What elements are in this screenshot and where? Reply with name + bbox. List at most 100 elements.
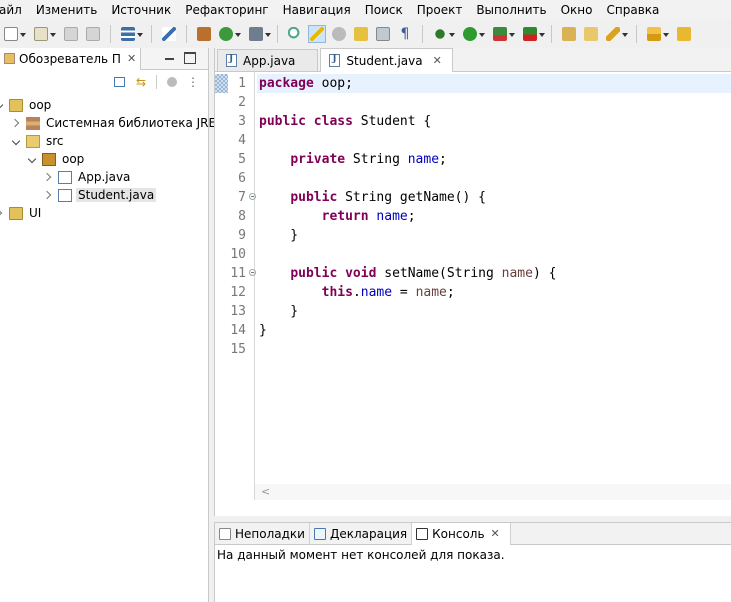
open-folder-icon[interactable] <box>582 25 600 43</box>
code-line[interactable]: } <box>259 226 298 245</box>
external-tools-icon[interactable] <box>521 25 545 43</box>
new-icon[interactable] <box>2 25 26 43</box>
link-with-editor-icon[interactable]: ⇆ <box>134 75 148 89</box>
menu-item[interactable]: Выполнить <box>469 0 553 20</box>
editor-tab[interactable]: Student.java ✕ <box>320 48 453 72</box>
collapsed-chevron-icon[interactable] <box>12 118 22 128</box>
code-line[interactable]: package oop; <box>259 74 353 93</box>
next-edit-icon[interactable] <box>645 25 669 43</box>
explorer-tab[interactable]: Обозреватель П ✕ <box>0 47 142 70</box>
new-project-icon[interactable] <box>32 25 56 43</box>
menu-item[interactable]: Справка <box>600 0 667 20</box>
java-file-icon <box>329 54 341 67</box>
view-menu-icon[interactable]: ⋮ <box>186 75 200 89</box>
menu-item[interactable]: Поиск <box>358 0 410 20</box>
horizontal-scrollbar[interactable]: < <box>255 484 731 500</box>
collapsed-chevron-icon[interactable] <box>44 172 54 182</box>
line-number: 7 <box>238 190 246 205</box>
next-annotation-icon[interactable] <box>330 25 348 43</box>
code-token: oop; <box>313 76 353 91</box>
code-line[interactable]: } <box>259 302 298 321</box>
package-icon[interactable] <box>195 25 213 43</box>
toolbar-separator <box>110 25 111 43</box>
skip-breakpoints-icon[interactable] <box>160 25 178 43</box>
editor-tab[interactable]: App.java <box>217 49 319 71</box>
annotation-icon[interactable] <box>352 25 370 43</box>
editor-tab-label: Student.java <box>346 53 423 68</box>
open-project-icon[interactable] <box>560 25 578 43</box>
block-selection-icon[interactable] <box>374 25 392 43</box>
line-number: 6 <box>238 171 246 186</box>
search-icon[interactable] <box>286 25 304 43</box>
focus-icon[interactable] <box>156 75 178 89</box>
open-type-icon[interactable] <box>247 25 271 43</box>
line-number: 9 <box>238 228 246 243</box>
expanded-chevron-icon[interactable] <box>12 136 22 146</box>
collapsed-chevron-icon[interactable] <box>44 190 54 200</box>
code-line[interactable]: this.name = name; <box>259 283 455 302</box>
tree-project-ui[interactable]: UI <box>0 204 43 222</box>
save-all-icon[interactable] <box>84 25 102 43</box>
collapse-all-icon[interactable] <box>112 75 126 89</box>
code-token: name <box>360 285 393 300</box>
pencil-icon[interactable] <box>604 25 628 43</box>
task-list-icon[interactable] <box>119 25 143 43</box>
back-icon[interactable] <box>675 25 693 43</box>
code-token: ; <box>439 152 447 167</box>
fold-toggle-icon[interactable] <box>249 193 256 200</box>
mark-occurrences-icon[interactable] <box>308 25 326 43</box>
code-line[interactable]: } <box>259 321 267 340</box>
tab-declaration[interactable]: Декларация <box>310 522 413 545</box>
maximize-icon[interactable] <box>184 52 196 64</box>
code-token: ) { <box>532 266 557 281</box>
fold-toggle-icon[interactable] <box>249 269 256 276</box>
tree-item-label: oop <box>29 98 52 112</box>
expanded-chevron-icon[interactable] <box>28 154 38 164</box>
line-number: 15 <box>230 342 246 357</box>
scroll-left-arrow[interactable]: < <box>261 485 270 498</box>
minimize-icon[interactable] <box>164 52 176 64</box>
line-number: 4 <box>238 133 246 148</box>
code-line[interactable]: public class Student { <box>259 112 431 131</box>
expanded-chevron-icon[interactable] <box>0 100 5 110</box>
show-whitespace-icon[interactable]: ¶ <box>396 25 414 43</box>
collapsed-chevron-icon[interactable] <box>0 208 5 218</box>
code-token: public <box>290 266 338 281</box>
debug-icon[interactable] <box>431 25 455 43</box>
run-icon[interactable] <box>461 25 485 43</box>
code-area[interactable]: package oop; public class Student { priva… <box>257 72 731 500</box>
tree-project-oop[interactable]: oop <box>0 96 53 114</box>
close-icon[interactable]: ✕ <box>127 52 136 65</box>
menu-item[interactable]: Источник <box>104 0 178 20</box>
code-line[interactable]: private String name; <box>259 150 447 169</box>
line-number: 14 <box>230 323 246 338</box>
tab-problems[interactable]: Неполадки <box>215 522 310 545</box>
menu-item[interactable]: Рефакторинг <box>178 0 275 20</box>
menu-item[interactable]: Проект <box>410 0 470 20</box>
code-line[interactable]: return name; <box>259 207 416 226</box>
bottom-tab-label: Неполадки <box>235 526 305 541</box>
menu-item[interactable]: айл <box>0 0 29 20</box>
tree-package-oop[interactable]: oop <box>28 150 86 168</box>
tree-item-label: Student.java <box>76 188 157 202</box>
menu-item[interactable]: Навигация <box>276 0 358 20</box>
editor-body[interactable]: 1 2 3 4 5 6 7 8 9 10 11 12 13 14 15 package oop; public… <box>215 72 731 500</box>
menu-item[interactable]: Окно <box>554 0 600 20</box>
close-icon[interactable]: ✕ <box>491 527 500 540</box>
code-line[interactable]: public String getName() { <box>259 188 486 207</box>
menu-item[interactable]: Изменить <box>29 0 105 20</box>
tree-src-folder[interactable]: src <box>12 132 66 150</box>
tree-item-label: App.java <box>78 170 131 184</box>
save-icon[interactable] <box>62 25 80 43</box>
close-icon[interactable]: ✕ <box>433 54 442 67</box>
package-explorer-panel: Обозреватель П ✕ ⇆ ⋮ oop Системная библио… <box>0 47 228 602</box>
code-line[interactable]: public void setName(String name) { <box>259 264 556 283</box>
tree-file-student-java[interactable]: Student.java <box>44 186 157 204</box>
toolbar-separator <box>636 25 637 43</box>
tree-file-app-java[interactable]: App.java <box>44 168 132 186</box>
coverage-icon[interactable] <box>491 25 515 43</box>
bottom-panel: Неполадки Декларация Консоль ✕ На данный мо… <box>214 522 731 602</box>
new-java-class-icon[interactable] <box>217 25 241 43</box>
tab-console[interactable]: Консоль ✕ <box>412 522 511 545</box>
tree-jre-library[interactable]: Системная библиотека JRE [J <box>12 114 230 132</box>
